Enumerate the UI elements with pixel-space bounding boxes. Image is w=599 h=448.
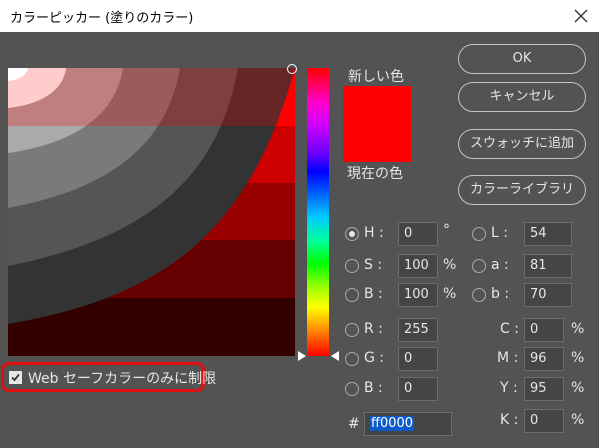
title-bar: カラーピッカー (塗りのカラー): [0, 0, 599, 32]
red-label: R :: [364, 321, 383, 337]
radio-saturation[interactable]: [345, 259, 359, 273]
color-field-marker[interactable]: [287, 64, 297, 74]
web-safe-checkbox[interactable]: [9, 371, 22, 384]
close-button[interactable]: [562, 0, 599, 32]
hue-label: H :: [364, 225, 384, 241]
hex-input[interactable]: ff0000: [364, 412, 452, 436]
current-color-label: 現在の色: [347, 166, 403, 182]
yellow-input[interactable]: 95: [524, 377, 564, 401]
lab-l-label: L :: [491, 225, 508, 241]
blue-label: B :: [364, 380, 383, 396]
hue-slider-right-arrow[interactable]: [331, 351, 339, 361]
radio-blue[interactable]: [345, 382, 359, 396]
color-libraries-button[interactable]: カラーライブラリ: [458, 175, 586, 205]
magenta-input[interactable]: 96: [524, 347, 564, 371]
yellow-label: Y :: [500, 380, 518, 396]
hex-input-selection: ff0000: [370, 416, 415, 431]
current-color-swatch[interactable]: [343, 134, 411, 162]
cancel-button[interactable]: キャンセル: [458, 82, 586, 112]
ok-button[interactable]: OK: [458, 44, 586, 74]
brightness-label: B :: [364, 286, 383, 302]
green-input[interactable]: 0: [398, 347, 438, 371]
saturation-input[interactable]: 100: [398, 254, 438, 278]
hue-slider-strip[interactable]: [307, 68, 329, 356]
saturation-label: S :: [364, 257, 383, 273]
close-icon: [574, 9, 588, 23]
lab-a-input[interactable]: 81: [524, 254, 572, 278]
radio-lab-a[interactable]: [472, 259, 486, 273]
blue-input[interactable]: 0: [398, 377, 438, 401]
lab-a-label: a :: [491, 257, 509, 273]
magenta-unit: %: [571, 350, 585, 366]
hue-unit: °: [443, 222, 450, 238]
new-color-swatch: [343, 86, 411, 134]
lab-b-label: b :: [491, 286, 510, 302]
lab-b-input[interactable]: 70: [524, 283, 572, 307]
black-input[interactable]: 0: [524, 409, 564, 433]
magenta-label: M :: [497, 350, 519, 366]
web-safe-label[interactable]: Web セーフカラーのみに制限: [28, 368, 216, 388]
radio-green[interactable]: [345, 352, 359, 366]
lab-l-input[interactable]: 54: [524, 222, 572, 246]
black-label: K :: [500, 412, 519, 428]
new-color-label: 新しい色: [348, 69, 404, 85]
color-picker-dialog: 新しい色 現在の色 OK キャンセル スウォッチに追加 カラーライブラリ H :…: [0, 32, 599, 448]
brightness-input[interactable]: 100: [398, 283, 438, 307]
hex-label: #: [348, 416, 360, 432]
brightness-unit: %: [443, 286, 457, 302]
black-unit: %: [571, 412, 585, 428]
color-field-canvas: [8, 68, 295, 356]
radio-brightness[interactable]: [345, 288, 359, 302]
cyan-label: C :: [500, 321, 519, 337]
radio-lab-b[interactable]: [472, 288, 486, 302]
color-field[interactable]: [8, 64, 297, 356]
add-to-swatches-button[interactable]: スウォッチに追加: [458, 129, 586, 159]
radio-red[interactable]: [345, 323, 359, 337]
yellow-unit: %: [571, 380, 585, 396]
green-label: G :: [364, 350, 385, 366]
window-title: カラーピッカー (塗りのカラー): [10, 11, 194, 26]
cyan-unit: %: [571, 321, 585, 337]
hue-input[interactable]: 0: [398, 222, 438, 246]
red-input[interactable]: 255: [398, 318, 438, 342]
cyan-input[interactable]: 0: [524, 318, 564, 342]
checkmark-icon: [11, 373, 20, 382]
saturation-unit: %: [443, 257, 457, 273]
hue-slider-left-arrow[interactable]: [298, 351, 306, 361]
radio-hue[interactable]: [345, 227, 359, 241]
radio-lab-l[interactable]: [472, 227, 486, 241]
